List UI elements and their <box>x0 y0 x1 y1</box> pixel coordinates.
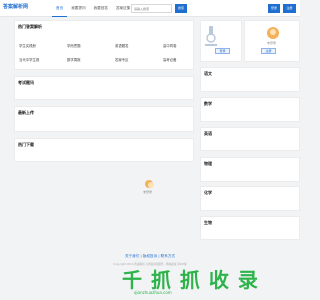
site-logo[interactable]: 答案解析网 <box>3 3 28 10</box>
subject-card-biology: 生物 <box>200 216 300 240</box>
subject-title[interactable]: 生物 <box>204 220 212 226</box>
subject-card-chinese: 语文 <box>200 67 300 92</box>
subject-card-math: 数学 <box>200 97 300 122</box>
user-panel <box>200 20 242 62</box>
subject-card-english: 英语 <box>200 127 300 151</box>
hot-item[interactable]: 学而思题 <box>67 43 81 48</box>
hot-item[interactable]: 高中同卷 <box>163 43 177 48</box>
subject-title[interactable]: 英语 <box>204 131 212 137</box>
profile-status: 未登录 <box>143 190 153 194</box>
hot-item[interactable]: 当代中学生报 <box>19 57 39 62</box>
user-status-card: 未登录 <box>244 20 300 62</box>
subject-title[interactable]: 化学 <box>204 190 212 196</box>
latest-uploads-title: 最新上传 <box>18 110 34 115</box>
footer-links[interactable]: 关于我们 | 版权投诉 | 联系方式 <box>0 254 300 259</box>
subject-card-physics: 物理 <box>200 157 300 182</box>
hot-downloads-title: 热门下载 <box>18 142 34 147</box>
nav-item-answer[interactable]: 我要回答 <box>90 0 112 17</box>
subject-title[interactable]: 语文 <box>204 71 212 77</box>
nav-item-home[interactable]: 首页 <box>52 0 68 17</box>
hot-item[interactable]: 英语题答 <box>115 43 129 48</box>
subject-card-chemistry: 化学 <box>200 186 300 211</box>
watermark-subtext: qianzhuazhua.com <box>134 290 172 295</box>
hot-item[interactable]: 答案专区 <box>115 57 129 62</box>
panel-register-button[interactable]: 注册 <box>261 48 276 54</box>
avatar-icon <box>267 27 279 39</box>
subject-title[interactable]: 数学 <box>204 101 212 107</box>
hot-answers-grid: 学生实践册 学而思题 英语题答 高中同卷 当代中学生报 数学周报 答案专区 高考… <box>15 21 193 69</box>
watermark-text: 千 抓 抓 收 录 <box>122 268 259 292</box>
latest-uploads-card: 最新上传 <box>14 106 194 132</box>
exam-news-title: 考试题讯 <box>18 80 34 85</box>
search-button[interactable]: 搜索 <box>175 4 187 13</box>
hot-item[interactable]: 高考必备 <box>163 57 177 62</box>
exam-news-card: 考试题讯 <box>14 76 194 100</box>
top-bar: 答案解析网 首页 我要提问 我要回答 答案征集 搜索 登录 注册 <box>0 0 300 17</box>
hot-answers-card: 热门答案解析 学生实践册 学而思题 英语题答 高中同卷 当代中学生报 数学周报 … <box>14 20 194 70</box>
nav-item-ask[interactable]: 我要提问 <box>67 0 89 17</box>
microscope-icon <box>205 26 217 46</box>
hot-item[interactable]: 数学周报 <box>67 57 81 62</box>
panel-login-button[interactable]: 登录 <box>215 48 230 54</box>
login-status: 未登录 <box>267 41 277 45</box>
subject-title[interactable]: 物理 <box>204 161 212 167</box>
hot-downloads-card: 热门下载 <box>14 138 194 162</box>
hot-item[interactable]: 学生实践册 <box>19 43 36 48</box>
profile-avatar-icon[interactable] <box>145 180 154 188</box>
header-register-button[interactable]: 注册 <box>283 4 296 13</box>
main-nav: 首页 我要提问 我要回答 答案征集 <box>52 0 134 17</box>
search-input[interactable] <box>131 4 172 13</box>
header-login-button[interactable]: 登录 <box>268 4 280 13</box>
